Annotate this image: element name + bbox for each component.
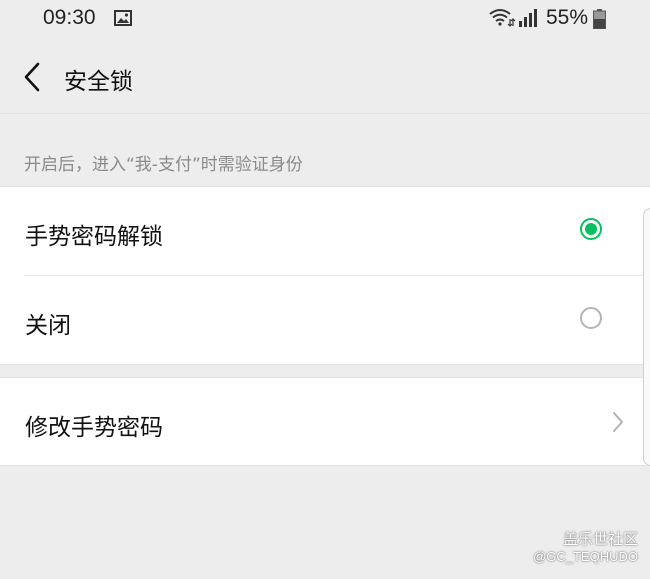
page-title: 安全锁 xyxy=(64,69,133,95)
change-gesture-password-label: 修改手势密码 xyxy=(25,415,163,441)
option-label: 手势密码解锁 xyxy=(25,224,163,250)
radio-unselected-icon[interactable] xyxy=(580,307,602,329)
lock-option-group: 手势密码解锁 关闭 xyxy=(0,186,650,365)
gallery-icon xyxy=(114,10,132,26)
chevron-right-icon xyxy=(613,412,623,432)
option-off[interactable]: 关闭 xyxy=(0,276,650,364)
radio-selected-icon[interactable] xyxy=(580,218,602,240)
header-bar: 安全锁 xyxy=(0,40,650,114)
back-button[interactable] xyxy=(15,57,49,97)
watermark-brand: 盖乐世社区 xyxy=(562,530,638,548)
signal-icon xyxy=(519,9,537,27)
section-description: 开启后，进入“我-支付”时需验证身份 xyxy=(24,155,303,175)
battery-icon xyxy=(593,9,606,29)
status-bar: 09:30 55% xyxy=(0,0,650,40)
header-divider xyxy=(0,113,650,114)
wifi-icon xyxy=(489,9,516,27)
watermark-handle: @GC_TEQHUDO xyxy=(533,549,638,564)
option-gesture-unlock[interactable]: 手势密码解锁 xyxy=(0,187,650,276)
option-label: 关闭 xyxy=(25,313,71,339)
radio-dot xyxy=(585,223,597,235)
change-gesture-password-row[interactable]: 修改手势密码 xyxy=(0,377,650,466)
battery-percentage: 55% xyxy=(546,6,589,29)
back-arrow-icon xyxy=(24,62,40,92)
status-time: 09:30 xyxy=(43,6,96,29)
edge-panel-handle[interactable] xyxy=(643,208,650,466)
